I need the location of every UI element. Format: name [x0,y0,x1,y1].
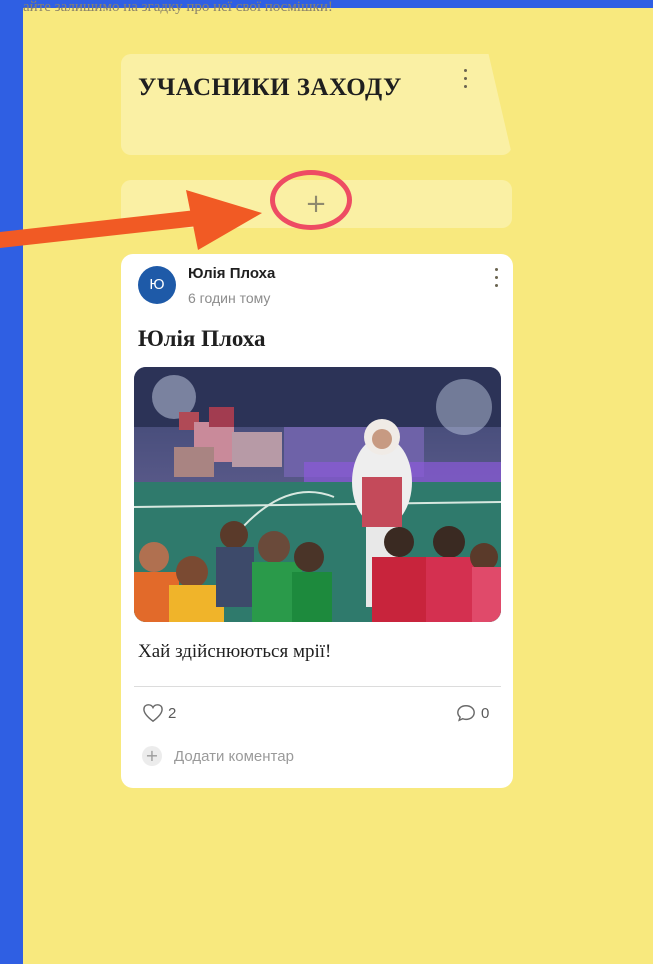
post-more-icon[interactable] [489,265,503,289]
comment-icon [457,704,475,722]
divider [134,686,501,687]
like-button[interactable]: 2 [142,703,176,723]
add-comment-label: Додати коментар [174,747,294,765]
column-more-icon[interactable] [458,66,472,90]
plus-icon: + [142,746,162,766]
heart-icon [143,704,163,723]
avatar: Ю [138,266,176,304]
column-title: УЧАСНИКИ ЗАХОДУ [138,74,402,101]
comment-count: 0 [481,704,490,722]
board-description: айте залишимо на згадку про неї свої пос… [23,0,333,15]
comment-button[interactable]: 0 [455,703,489,723]
highlight-circle [270,170,352,230]
post-caption: Хай здійснюються мрії! [138,641,332,662]
post-timestamp: 6 годин тому [188,290,271,306]
post-photo[interactable] [134,367,501,622]
like-count: 2 [168,704,177,722]
post-title: Юлія Плоха [138,326,266,351]
annotation-arrow [0,190,262,250]
post-author: Юлія Плоха [188,265,276,282]
add-comment[interactable]: + Додати коментар [142,746,294,766]
